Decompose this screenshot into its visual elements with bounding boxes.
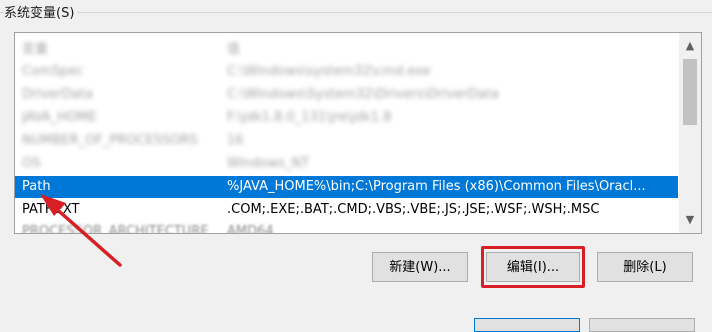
- new-button[interactable]: 新建(W)...: [372, 252, 468, 282]
- variable-name: DriverData: [22, 87, 94, 102]
- list-item[interactable]: PATHEXT .COM;.EXE;.BAT;.CMD;.VBS;.VBE;.J…: [15, 199, 678, 221]
- variable-name: OS: [22, 156, 41, 171]
- variable-value: F:\jdk1.8.0_131\jre\jdk1.8: [227, 110, 392, 125]
- list-item-selected[interactable]: Path %JAVA_HOME%\bin;C:\Program Files (x…: [15, 176, 678, 198]
- variable-name: ComSpec: [22, 64, 84, 79]
- list-item[interactable]: JAVA_HOME F:\jdk1.8.0_131\jre\jdk1.8: [15, 107, 678, 129]
- group-title: 系统变量(S): [4, 2, 79, 21]
- variable-value: C:\Windows\system32\cmd.exe: [227, 64, 431, 79]
- list-item[interactable]: NUMBER_OF_PROCESSORS 16: [15, 130, 678, 152]
- variable-name: Path: [22, 179, 51, 194]
- variable-value: Windows_NT: [227, 156, 310, 171]
- list-item[interactable]: OS Windows_NT: [15, 153, 678, 175]
- scroll-down-icon[interactable]: ▼: [679, 211, 701, 229]
- delete-button[interactable]: 删除(L): [597, 252, 693, 282]
- list-header: 变量 值: [15, 33, 678, 59]
- variable-name: PROCESSOR_ARCHITECTURE: [22, 224, 209, 233]
- group-divider: [0, 12, 712, 13]
- edit-button-highlight-box: [481, 246, 585, 288]
- scrollbar-thumb[interactable]: [683, 59, 697, 125]
- column-header-value[interactable]: 值: [227, 38, 240, 57]
- variable-value: C:\Windows\System32\Drivers\DriverData: [227, 87, 499, 102]
- variable-value: AMD64: [227, 224, 274, 233]
- variable-value: %JAVA_HOME%\bin;C:\Program Files (x86)\C…: [227, 179, 646, 194]
- scroll-up-icon[interactable]: ▲: [679, 37, 701, 55]
- ok-button[interactable]: [474, 318, 580, 332]
- column-header-variable[interactable]: 变量: [22, 38, 48, 57]
- variable-name: JAVA_HOME: [22, 110, 97, 125]
- list-content: 变量 值 ComSpec C:\Windows\system32\cmd.exe…: [15, 33, 678, 233]
- list-item[interactable]: DriverData C:\Windows\System32\Drivers\D…: [15, 84, 678, 106]
- variable-name: NUMBER_OF_PROCESSORS: [22, 133, 198, 148]
- cancel-button[interactable]: [589, 318, 695, 332]
- variable-value: .COM;.EXE;.BAT;.CMD;.VBS;.VBE;.JS;.JSE;.…: [227, 202, 600, 217]
- vertical-scrollbar[interactable]: ▲ ▼: [679, 33, 701, 233]
- variable-name: PATHEXT: [22, 202, 80, 217]
- list-item[interactable]: ComSpec C:\Windows\system32\cmd.exe: [15, 61, 678, 83]
- variable-value: 16: [227, 133, 244, 148]
- system-variables-list[interactable]: 变量 值 ComSpec C:\Windows\system32\cmd.exe…: [14, 32, 702, 234]
